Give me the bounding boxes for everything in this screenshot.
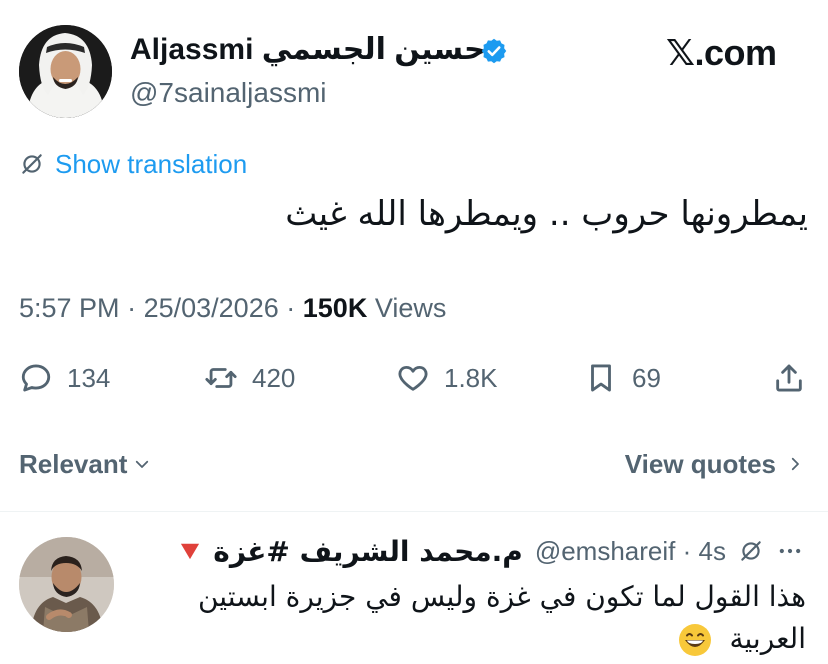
grinning-face-icon bbox=[678, 624, 711, 656]
repost-arrows-icon bbox=[205, 368, 237, 388]
reply-author-name[interactable]: م.محمد الشريف #غزة bbox=[213, 535, 523, 568]
avatar-image bbox=[19, 25, 112, 118]
tweet-text: يمطرونها حروب .. ويمطرها الله غيث bbox=[285, 194, 808, 234]
bookmark-icon bbox=[591, 364, 611, 392]
translate-slash-icon[interactable] bbox=[738, 538, 764, 564]
reply-meta: @emshareif · 4s bbox=[535, 536, 726, 567]
bookmark-button[interactable]: 69 bbox=[584, 358, 661, 398]
reply-text: هذا القول لما تكون في غزة وليس في جزيرة … bbox=[166, 576, 806, 660]
show-translation-button[interactable]: Show translation bbox=[19, 148, 247, 180]
bookmark-count: 69 bbox=[632, 362, 661, 393]
ellipsis-icon[interactable] bbox=[776, 537, 804, 565]
sort-dropdown[interactable]: Relevant bbox=[19, 448, 151, 480]
like-count: 1.8K bbox=[444, 362, 498, 393]
tweet-time[interactable]: 5:57 PM bbox=[19, 293, 120, 323]
meta-separator: · bbox=[286, 293, 296, 323]
reply-avatar[interactable] bbox=[19, 537, 114, 632]
meta-separator: · bbox=[682, 535, 692, 566]
view-quotes-link[interactable]: View quotes bbox=[625, 448, 804, 480]
avatar-image bbox=[19, 537, 114, 632]
views-label: Views bbox=[374, 293, 447, 323]
verified-badge-icon bbox=[481, 38, 507, 64]
share-upload-icon bbox=[776, 364, 802, 392]
author-avatar[interactable] bbox=[19, 25, 112, 118]
tweet-date[interactable]: 25/03/2026 bbox=[144, 293, 279, 323]
speech-bubble-icon bbox=[21, 364, 51, 392]
like-button[interactable]: 1.8K bbox=[396, 358, 498, 398]
reply-text-content: هذا القول لما تكون في غزة وليس في جزيرة … bbox=[197, 580, 806, 655]
section-divider bbox=[0, 511, 828, 512]
reply-time[interactable]: 4s bbox=[699, 536, 726, 566]
reply-header: @emshareif · 4s م.محمد الشريف #غزة bbox=[179, 530, 804, 572]
meta-separator: · bbox=[127, 293, 137, 323]
author-handle[interactable]: @7sainaljassmi bbox=[130, 76, 327, 110]
heart-icon bbox=[398, 365, 428, 391]
chevron-right-icon bbox=[791, 457, 799, 471]
sort-label: Relevant bbox=[19, 449, 128, 479]
author-name[interactable]: Aljassmi حسين الجسمي bbox=[130, 32, 486, 68]
repost-button[interactable]: 420 bbox=[204, 358, 295, 398]
show-translation-label: Show translation bbox=[55, 149, 248, 179]
repost-count: 420 bbox=[252, 362, 296, 393]
view-quotes-label: View quotes bbox=[624, 449, 776, 479]
red-triangle-icon bbox=[181, 543, 200, 560]
tweet-meta: 5:57 PM · 25/03/2026 · 150K Views bbox=[19, 292, 446, 324]
reply-handle[interactable]: @emshareif bbox=[535, 536, 676, 566]
brand-logo: 𝕏.com bbox=[666, 32, 777, 73]
share-button[interactable] bbox=[772, 358, 806, 398]
views-count: 150K bbox=[302, 293, 368, 323]
reply-count: 134 bbox=[67, 362, 111, 393]
translate-slash-icon bbox=[22, 154, 42, 174]
chevron-down-icon bbox=[136, 460, 149, 468]
reply-button[interactable]: 134 bbox=[19, 358, 110, 398]
